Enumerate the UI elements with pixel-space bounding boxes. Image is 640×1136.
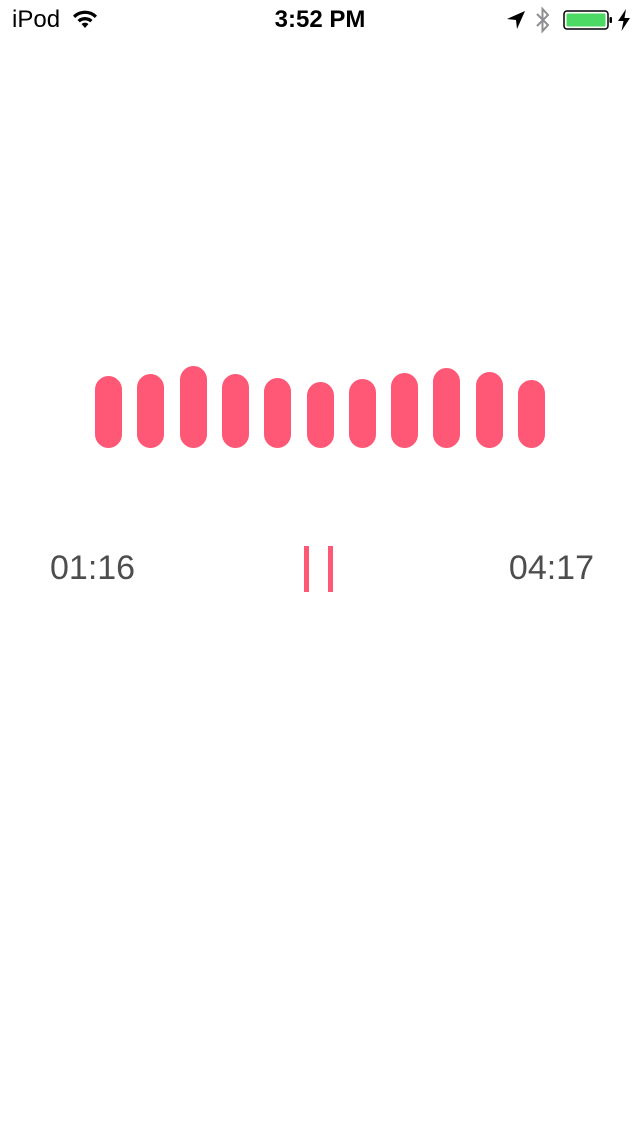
equalizer-bar — [95, 376, 122, 448]
equalizer-bar — [391, 373, 418, 448]
pause-icon-bar-right — [328, 546, 333, 592]
equalizer-bar — [264, 378, 291, 448]
equalizer-bar — [349, 379, 376, 448]
equalizer-bar — [222, 374, 249, 448]
equalizer-bar — [476, 372, 503, 448]
equalizer-bar — [433, 368, 460, 448]
charging-icon — [618, 9, 630, 31]
total-duration: 04:17 — [508, 549, 594, 587]
pause-button[interactable] — [298, 544, 342, 594]
audio-equalizer — [95, 366, 547, 448]
location-icon — [507, 11, 525, 29]
pause-icon-bar-left — [304, 546, 309, 592]
equalizer-bar — [307, 382, 334, 448]
bluetooth-icon — [536, 6, 550, 34]
equalizer-bar — [137, 374, 164, 448]
battery-icon — [563, 10, 612, 30]
equalizer-bar — [518, 380, 545, 448]
elapsed-time: 01:16 — [50, 549, 136, 587]
status-bar: iPod 3:52 PM — [0, 0, 640, 40]
equalizer-bar — [180, 366, 207, 448]
